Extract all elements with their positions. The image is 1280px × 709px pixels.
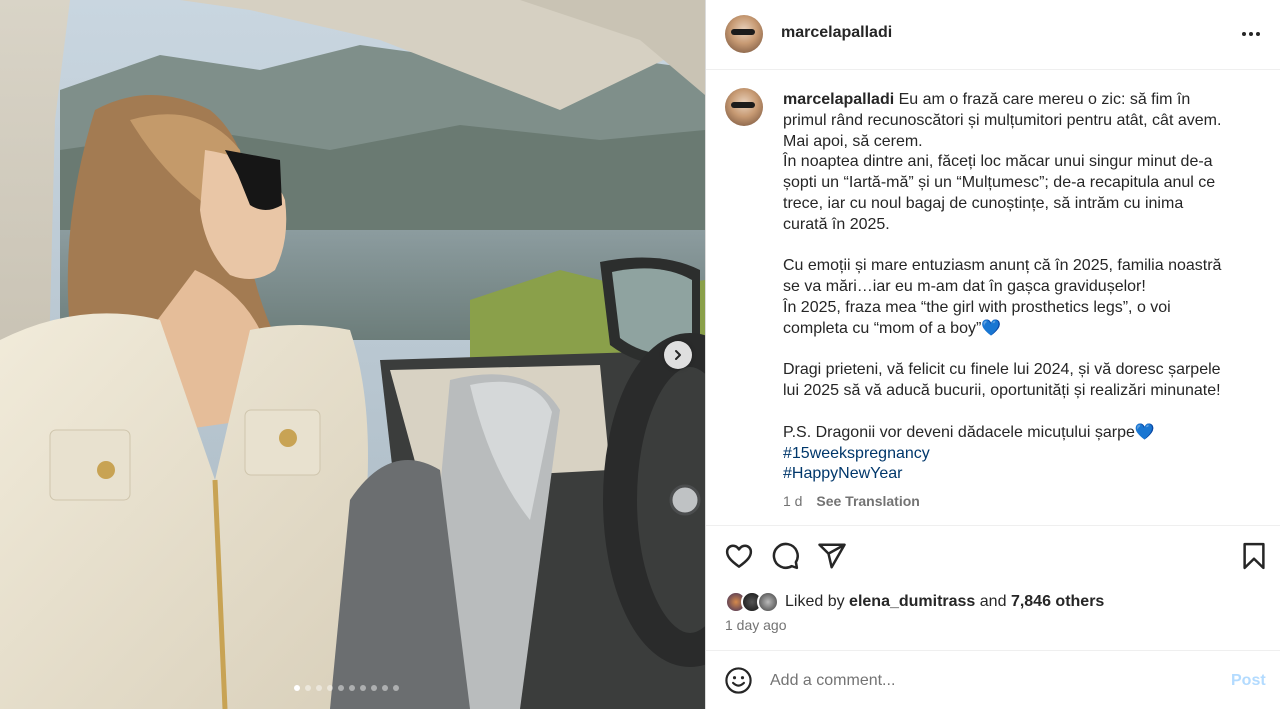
post-sidebar: marcelapalladi marcelapalladi Eu am o fr… xyxy=(705,0,1280,709)
caption-avatar[interactable] xyxy=(725,88,763,126)
caption-line: primul rând recunoscători și mulțumitori… xyxy=(783,111,1222,129)
likes-others-link[interactable]: 7,846 others xyxy=(1011,593,1104,610)
carousel-dot xyxy=(393,685,399,691)
header-username[interactable]: marcelapalladi xyxy=(781,24,892,42)
carousel-dot xyxy=(327,685,333,691)
hashtag-link[interactable]: #15weekspregnancy xyxy=(783,444,1258,465)
car-photo xyxy=(0,0,705,709)
caption-line: P.S. Dragonii vor deveni dădacele micuțu… xyxy=(783,423,1155,441)
likes-row: Liked by elena_dumitrass and 7,846 other… xyxy=(725,590,1104,614)
share-icon[interactable] xyxy=(817,541,847,571)
bookmark-icon[interactable] xyxy=(1239,541,1269,571)
comment-input[interactable] xyxy=(770,667,1210,695)
post-caption: marcelapalladi Eu am o frază care mereu … xyxy=(783,90,1258,485)
carousel-dot xyxy=(294,685,300,691)
caption-line: În 2025, fraza mea “the girl with prosth… xyxy=(783,298,1171,316)
caption-line: trece, iar cu noul bagaj de cunoștințe, … xyxy=(783,194,1184,212)
hashtag-list: #15weekspregnancy #HappyNewYear xyxy=(783,444,1258,486)
caption-line: Cu emoții și mare entuziasm anunț că în … xyxy=(783,257,1222,275)
post-age: 1 d xyxy=(783,493,803,509)
caption-line: Mai apoi, să cerem. xyxy=(783,132,923,150)
comment-bar: Post xyxy=(706,650,1280,709)
caption-line: În noaptea dintre ani, făceți loc măcar … xyxy=(783,153,1213,171)
likes-and: and xyxy=(979,593,1007,610)
liked-by-user[interactable]: elena_dumitrass xyxy=(849,593,975,610)
heart-icon[interactable] xyxy=(724,541,754,571)
more-options-icon[interactable] xyxy=(1238,24,1264,44)
caption-line: se va mări…iar eu m-am dat în gașca grav… xyxy=(783,278,1146,296)
hashtag-link[interactable]: #HappyNewYear xyxy=(783,464,1258,485)
liker-avatar[interactable] xyxy=(757,591,779,613)
post-header: marcelapalladi xyxy=(706,0,1280,70)
post-date: 1 day ago xyxy=(725,617,787,633)
see-translation-button[interactable]: See Translation xyxy=(816,493,919,509)
avatar[interactable] xyxy=(725,15,763,53)
post-meta: 1 d See Translation xyxy=(783,493,920,509)
next-slide-button[interactable] xyxy=(664,341,692,369)
chevron-right-icon xyxy=(675,350,681,360)
action-bar xyxy=(706,526,1280,590)
carousel-dot xyxy=(316,685,322,691)
caption-line: curată în 2025. xyxy=(783,215,890,233)
carousel-dot xyxy=(338,685,344,691)
carousel-indicator xyxy=(294,685,399,691)
emoji-icon[interactable] xyxy=(724,666,753,695)
caption-line: lui 2025 să vă aducă bucurii, oportunită… xyxy=(783,382,1221,400)
caption-line: Dragi prieteni, vă felicit cu finele lui… xyxy=(783,361,1221,379)
carousel-dot xyxy=(371,685,377,691)
carousel-dot xyxy=(360,685,366,691)
caption-username[interactable]: marcelapalladi xyxy=(783,91,894,108)
caption-text: Eu am o frază care mereu o zic: să fim î… xyxy=(783,91,1221,441)
post-image[interactable] xyxy=(0,0,705,709)
comment-icon[interactable] xyxy=(770,541,800,571)
likes-prefix: Liked by xyxy=(785,593,845,610)
caption-line: completa cu “mom of a boy”💙 xyxy=(783,319,1002,337)
post-comment-button[interactable]: Post xyxy=(1231,672,1266,690)
carousel-dot xyxy=(305,685,311,691)
caption-section: marcelapalladi Eu am o frază care mereu … xyxy=(706,70,1280,526)
caption-line: șopti un “Iartă-mă” și un “Mulțumesc”; d… xyxy=(783,174,1216,192)
carousel-dot xyxy=(382,685,388,691)
likes-summary: Liked by elena_dumitrass and 7,846 other… xyxy=(785,593,1104,611)
caption-line: Eu am o frază care mereu o zic: să fim î… xyxy=(898,91,1191,108)
carousel-dot xyxy=(349,685,355,691)
